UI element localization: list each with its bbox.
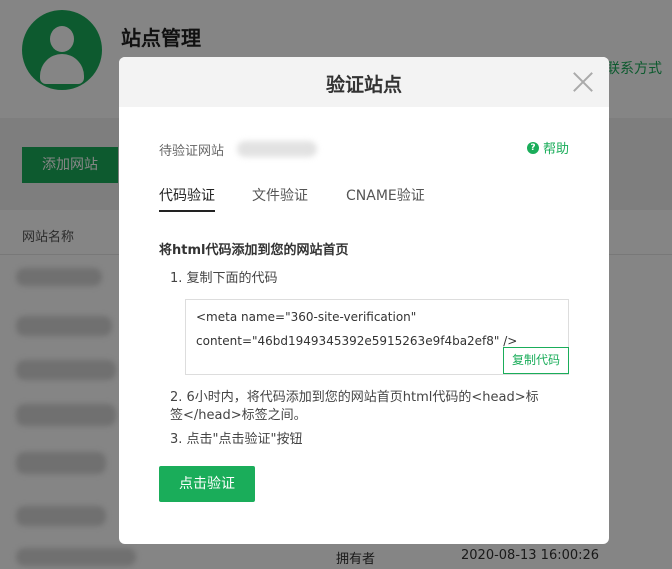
code-line: content="46bd1949345392e5915263e9f4ba2ef… (196, 334, 518, 348)
tab-file-verification[interactable]: 文件验证 (252, 185, 308, 205)
verify-site-dialog: 验证站点 待验证网站 ? 帮助 代码验证 文件验证 CNAME验证 将html代… (119, 57, 609, 544)
verify-button[interactable]: 点击验证 (159, 466, 255, 502)
close-icon[interactable] (572, 71, 594, 93)
redacted-site-url (237, 141, 317, 157)
section-title: 将html代码添加到您的网站首页 (159, 243, 349, 258)
code-line: <meta name="360-site-verification" (196, 310, 417, 324)
tab-cname-verification[interactable]: CNAME验证 (346, 185, 425, 205)
question-icon: ? (527, 141, 539, 154)
dialog-header: 验证站点 (119, 57, 609, 107)
step-2: 2. 6小时内，将代码添加到您的网站首页html代码的<head>标签</hea… (170, 390, 539, 423)
tab-code-verification[interactable]: 代码验证 (159, 185, 215, 205)
step-1: 1. 复制下面的代码 (170, 271, 278, 286)
copy-code-button[interactable]: 复制代码 (503, 347, 569, 374)
help-link[interactable]: ? 帮助 (527, 138, 569, 157)
active-tab-indicator (159, 210, 215, 212)
step-3: 3. 点击"点击验证"按钮 (170, 432, 303, 447)
dialog-title: 验证站点 (325, 74, 402, 96)
site-label: 待验证网站 (159, 144, 225, 159)
help-label: 帮助 (543, 142, 570, 157)
